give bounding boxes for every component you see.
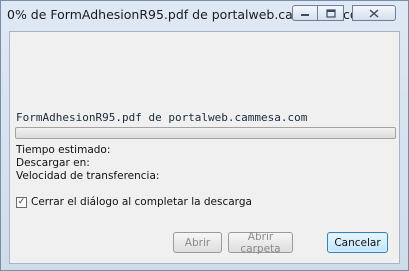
close-button[interactable]	[352, 5, 396, 21]
maximize-button[interactable]	[318, 5, 344, 21]
cancel-button[interactable]: Cancelar	[327, 232, 388, 253]
transfer-speed-label: Velocidad de transferencia:	[16, 170, 160, 182]
close-on-complete-checkbox[interactable]: ✓	[16, 196, 27, 208]
close-on-complete-row[interactable]: ✓ Cerrar el diálogo al completar la desc…	[16, 196, 252, 208]
window-controls	[292, 5, 396, 21]
minimize-icon	[301, 14, 309, 16]
download-progress-bar	[15, 127, 396, 139]
estimated-time-label: Tiempo estimado:	[16, 144, 111, 156]
dialog-body: FormAdhesionR95.pdf de portalweb.cammesa…	[9, 31, 400, 264]
close-icon	[369, 8, 379, 18]
close-on-complete-label[interactable]: Cerrar el diálogo al completar la descar…	[31, 196, 252, 208]
download-to-label: Descargar en:	[16, 157, 90, 169]
open-folder-button[interactable]: Abrir carpeta	[228, 231, 293, 255]
maximize-icon	[325, 8, 336, 18]
download-dialog: 0% de FormAdhesionR95.pdf de portalweb.c…	[0, 0, 409, 271]
minimize-button[interactable]	[292, 5, 318, 21]
checkmark-icon: ✓	[17, 196, 26, 207]
title-bar[interactable]: 0% de FormAdhesionR95.pdf de portalweb.c…	[1, 1, 408, 31]
download-file-label: FormAdhesionR95.pdf de portalweb.cammesa…	[16, 111, 308, 124]
open-button[interactable]: Abrir	[173, 232, 222, 253]
